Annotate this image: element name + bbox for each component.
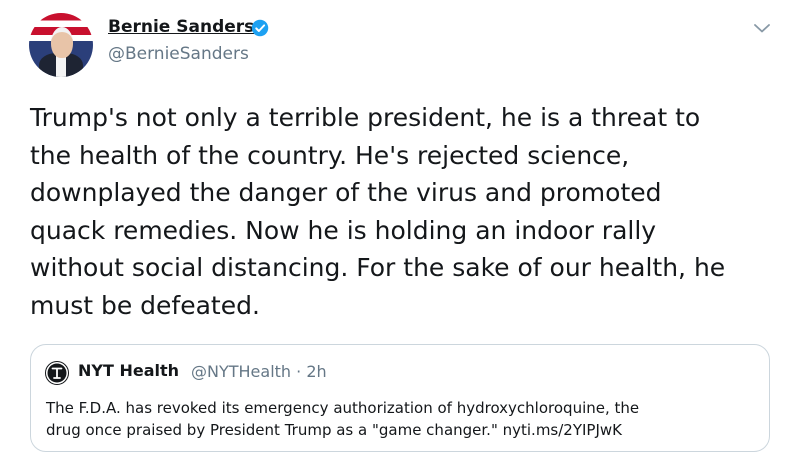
quoted-author-name[interactable]: NYT Health — [78, 361, 179, 380]
nyt-logo-icon — [45, 361, 69, 385]
avatar[interactable] — [29, 13, 93, 77]
author-handle[interactable]: @BernieSanders — [108, 44, 249, 64]
verified-badge-icon — [251, 19, 269, 37]
quoted-tweet-card[interactable]: NYT Health @NYTHealth · 2h The F.D.A. ha… — [30, 344, 770, 452]
tweet-text: Trump's not only a terrible president, h… — [30, 103, 726, 320]
quoted-author-handle-time: @NYTHealth · 2h — [191, 362, 327, 381]
quoted-tweet-text: The F.D.A. has revoked its emergency aut… — [46, 399, 640, 439]
chevron-down-icon[interactable] — [753, 22, 771, 34]
avatar-head — [51, 27, 73, 58]
author-name[interactable]: Bernie Sanders — [108, 17, 254, 37]
